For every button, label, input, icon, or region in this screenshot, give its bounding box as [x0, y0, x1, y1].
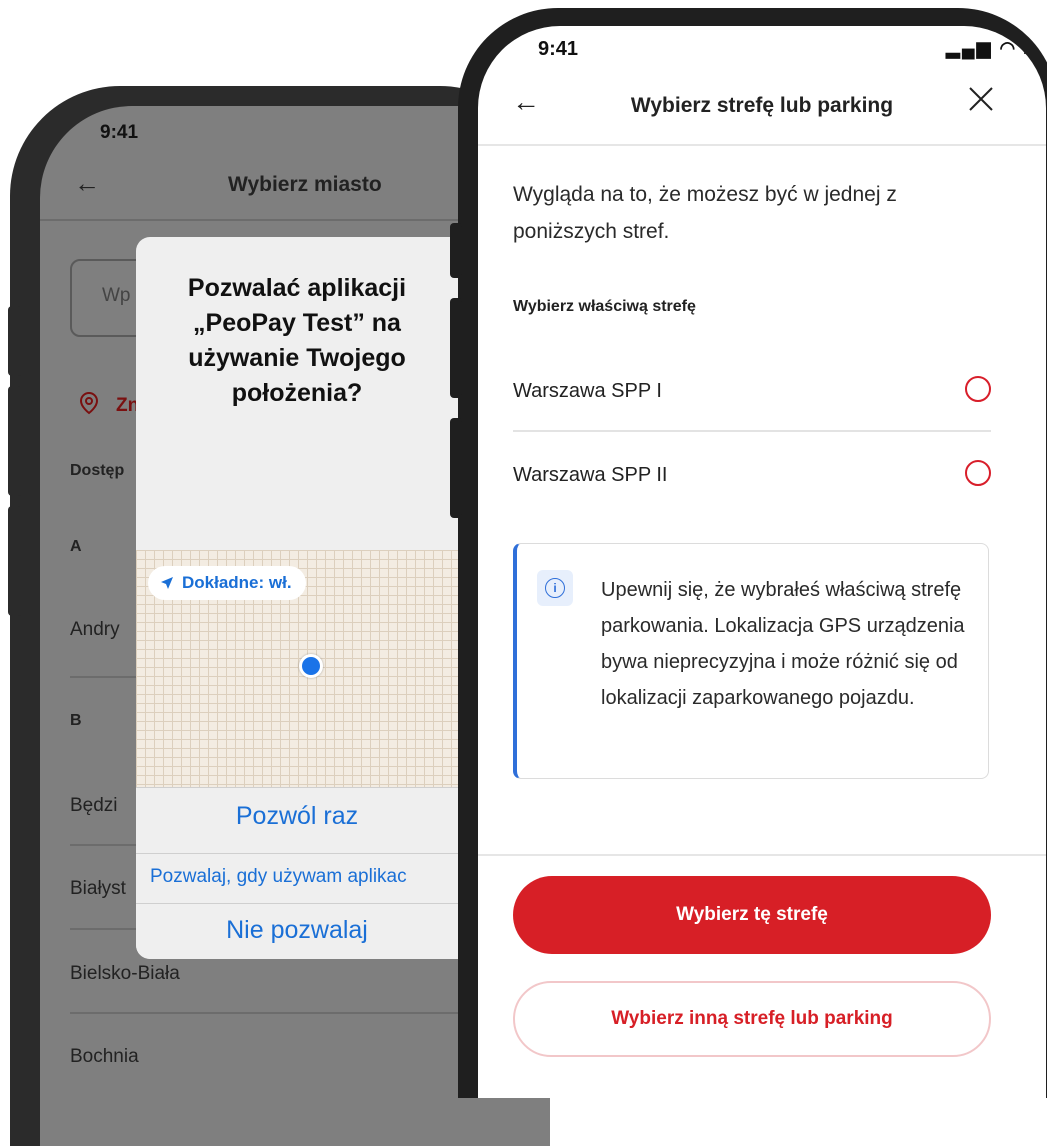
zone-option-label: Warszawa SPP II [513, 464, 668, 486]
page-title: Wybierz miasto [228, 173, 382, 196]
letter-heading: A [70, 538, 82, 555]
zone-radio[interactable] [965, 460, 991, 486]
info-text: Upewnij się, że wybrałeś właściwą strefę… [601, 579, 965, 709]
divider [513, 430, 991, 432]
alert-title-line: używanie Twojego [188, 344, 406, 372]
location-pin-icon [78, 391, 100, 421]
location-permission-alert: Pozwalać aplikacji „PeoPay Test” na używ… [136, 237, 476, 959]
zone-option[interactable]: Warszawa SPP II [513, 446, 991, 506]
select-other-zone-button[interactable]: Wybierz inną strefę lub parking [513, 981, 991, 1057]
alert-title-line: położenia? [231, 379, 363, 407]
info-icon-glyph: i [545, 578, 565, 598]
side-button [450, 223, 462, 278]
zone-radio[interactable] [965, 376, 991, 402]
zone-option-label: Warszawa SPP I [513, 380, 662, 402]
dont-allow-label: Nie pozwalaj [226, 916, 368, 944]
location-arrow-icon [161, 577, 173, 589]
back-arrow-icon[interactable]: ← [512, 86, 540, 118]
city-item[interactable]: Bielsko-Biała [70, 963, 180, 985]
side-button [8, 306, 22, 376]
status-icons: ▂▄▆ ◠ ▬ [946, 38, 1045, 58]
alert-title-line: „PeoPay Test” na [193, 309, 401, 337]
precise-location-toggle[interactable]: Dokładne: wł. [148, 566, 306, 600]
back-arrow-icon[interactable]: ← [74, 168, 100, 199]
divider [478, 144, 1046, 146]
alert-title-line: Pozwalać aplikacji [187, 274, 407, 302]
city-item[interactable]: Białyst [70, 878, 126, 900]
close-icon[interactable] [968, 86, 994, 120]
front-phone-frame: 9:41 ▂▄▆ ◠ ▬ Wybierz strefę lub parking … [450, 8, 1047, 1098]
precise-location-label: Dokładne: wł. [182, 573, 292, 592]
allow-while-using-label: Pozwalaj, gdy używam aplikac [150, 866, 407, 887]
alert-title: Pozwalać aplikacji „PeoPay Test” na używ… [136, 271, 458, 411]
dont-allow-button[interactable]: Nie pozwalaj [136, 903, 476, 959]
allow-while-using-button[interactable]: Pozwalaj, gdy używam aplikac [136, 853, 476, 904]
select-zone-button[interactable]: Wybierz tę strefę [513, 876, 991, 954]
zone-picker-screen: 9:41 ▂▄▆ ◠ ▬ Wybierz strefę lub parking … [478, 26, 1046, 1098]
status-time: 9:41 [538, 38, 579, 60]
section-heading: Wybierz właściwą strefę [513, 298, 696, 315]
current-location-dot [299, 654, 323, 678]
side-button [8, 386, 22, 496]
info-notice: i Upewnij się, że wybrałeś właściwą stre… [513, 543, 989, 779]
letter-heading: B [70, 712, 82, 729]
allow-once-button[interactable]: Pozwól raz [136, 787, 476, 854]
city-item[interactable]: Będzi [70, 795, 118, 817]
intro-text: Wygląda na to, że możesz być w jednej z … [513, 183, 897, 243]
side-button [450, 418, 462, 518]
city-item[interactable]: Bochnia [70, 1046, 139, 1068]
section-heading: Dostęp [70, 462, 125, 479]
allow-once-label: Pozwól raz [235, 802, 359, 830]
status-time: 9:41 [100, 122, 139, 143]
side-button [450, 298, 462, 398]
zone-option[interactable]: Warszawa SPP I [513, 362, 991, 422]
page-title: Wybierz strefę lub parking [630, 94, 894, 117]
city-item[interactable]: Andry [70, 619, 120, 641]
divider [478, 854, 1046, 856]
side-button [8, 506, 22, 616]
info-icon: i [537, 570, 573, 606]
search-placeholder: Wp [102, 285, 131, 306]
